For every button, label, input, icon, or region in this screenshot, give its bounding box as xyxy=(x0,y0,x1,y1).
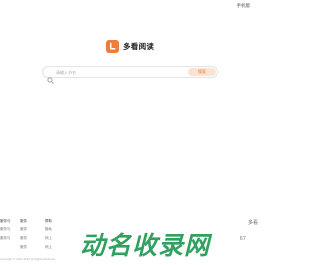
footer-link[interactable]: 服务 xyxy=(20,227,45,232)
footer-brand: 多看 xyxy=(247,220,258,226)
footer-column-heading: 帮助 xyxy=(45,219,52,223)
search-input[interactable] xyxy=(56,68,186,76)
footer-column: 服务与 服务与 服务与 xyxy=(0,219,20,254)
footer-link[interactable]: 服务与 xyxy=(0,227,20,232)
site-name: 多看阅读 xyxy=(123,42,155,51)
footer-column: 服务 服务 服务 服务 xyxy=(20,219,45,254)
footer-column-heading: 服务 xyxy=(20,219,27,223)
site-logo[interactable]: 多看阅读 xyxy=(106,40,154,53)
mobile-version-link[interactable]: 手机版 xyxy=(237,3,251,9)
search-button[interactable]: 搜索 xyxy=(188,68,216,76)
search-icon xyxy=(47,69,54,84)
watermark: 动名收录网 xyxy=(80,231,211,260)
footer-column-heading: 服务与 xyxy=(0,219,11,223)
footer-link[interactable]: 服务与 xyxy=(0,236,20,241)
book-icon xyxy=(106,40,119,53)
footer-qr-caption: 67 xyxy=(239,236,246,242)
search-bar: 搜索 xyxy=(42,66,218,84)
footer-link[interactable]: 服务 xyxy=(20,245,45,250)
footer-link[interactable]: 服务 xyxy=(20,236,45,241)
